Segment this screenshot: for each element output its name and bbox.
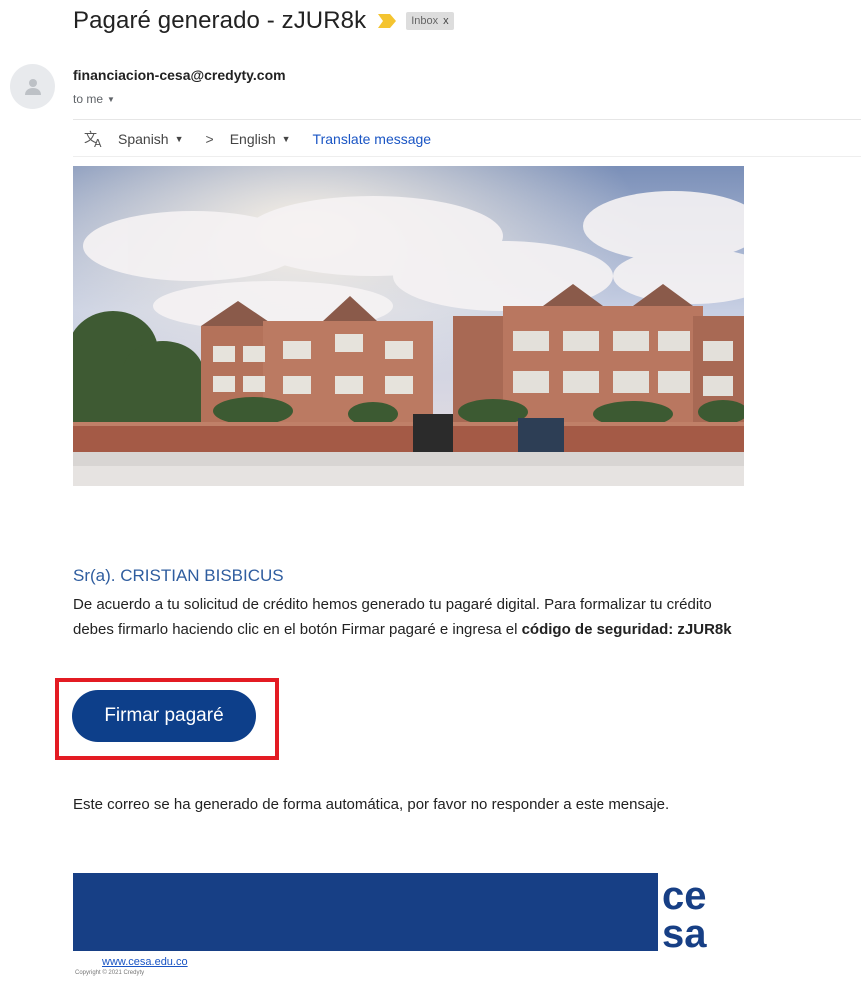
caret-down-icon: ▼	[281, 134, 291, 144]
source-language-label: Spanish	[118, 131, 169, 147]
svg-text:A: A	[94, 137, 102, 148]
body-paragraph: De acuerdo a tu solicitud de crédito hem…	[73, 592, 753, 642]
avatar	[10, 64, 55, 109]
translate-bar: 文 A Spanish ▼ > English ▼ Translate mess…	[84, 128, 431, 150]
cesa-logo: ce sa	[658, 873, 744, 956]
security-code-text: código de seguridad: zJUR8k	[521, 621, 732, 638]
inbox-label: Inbox x	[406, 12, 454, 30]
chevron-right-icon: >	[205, 131, 214, 147]
caret-down-icon: ▼	[107, 94, 115, 104]
footer-banner	[73, 873, 744, 951]
translate-icon: 文 A	[84, 131, 102, 148]
important-marker-icon[interactable]	[378, 14, 397, 28]
translate-divider	[73, 156, 861, 157]
sender-address: financiacion-cesa@credyty.com	[73, 67, 286, 83]
subject-row: Pagaré generado - zJUR8k Inbox x	[73, 4, 454, 38]
remove-label-button[interactable]: x	[443, 15, 449, 27]
inbox-label-text: Inbox	[411, 15, 439, 27]
hero-image	[73, 166, 744, 486]
source-language-select[interactable]: Spanish ▼	[118, 131, 184, 147]
copyright-text: Copyright © 2021 Credyty	[75, 970, 145, 976]
recipient-toggle[interactable]: to me ▼	[73, 92, 115, 106]
auto-generated-note: Este correo se ha generado de forma auto…	[73, 796, 670, 813]
email-subject: Pagaré generado - zJUR8k	[73, 7, 367, 34]
target-language-select[interactable]: English ▼	[230, 131, 291, 147]
target-language-label: English	[229, 131, 276, 147]
website-link[interactable]: www.cesa.edu.co	[102, 956, 188, 968]
header-divider	[73, 119, 861, 120]
translate-message-link[interactable]: Translate message	[313, 131, 432, 147]
sign-promissory-note-button[interactable]: Firmar pagaré	[72, 690, 256, 742]
caret-down-icon: ▼	[174, 134, 184, 144]
recipient-label: to me	[73, 92, 104, 106]
greeting: Sr(a). CRISTIAN BISBICUS	[73, 566, 284, 585]
svg-text:sa: sa	[662, 912, 707, 951]
person-icon	[24, 78, 41, 95]
